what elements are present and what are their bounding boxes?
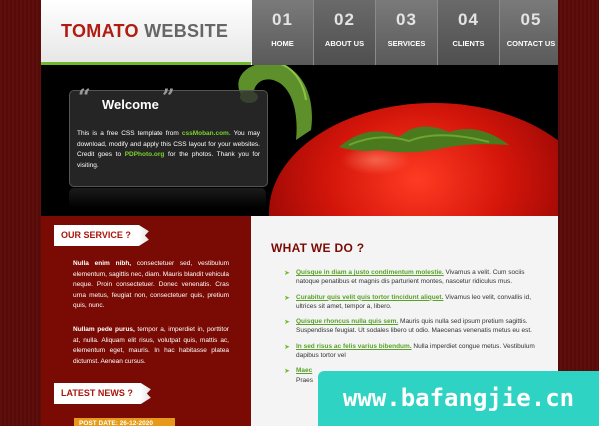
welcome-text-part: This is a free CSS template from <box>77 130 182 137</box>
latest-news-heading: LATEST NEWS ? <box>54 383 141 404</box>
main-nav: 01 HOME 02 ABOUT US 03 SERVICES 04 CLIEN… <box>252 0 558 65</box>
nav-item-contact-us[interactable]: 05 CONTACT US <box>500 0 558 65</box>
welcome-box-reflection <box>69 188 266 208</box>
nav-number: 04 <box>458 10 479 29</box>
welcome-box: “ Welcome ” This is a free CSS template … <box>69 85 268 187</box>
open-quote-icon: “ <box>78 85 91 111</box>
list-item-link[interactable]: Curabitur quis velit quis tortor tincidu… <box>296 294 443 301</box>
nav-label: SERVICES <box>387 39 426 48</box>
arrow-icon: ➤ <box>284 368 290 376</box>
list-item-text: Praes <box>296 376 313 384</box>
nav-label: CONTACT US <box>506 39 556 48</box>
arrow-icon: ➤ <box>284 270 290 277</box>
list-item: ➤ Curabitur quis velit quis tortor tincid… <box>284 293 544 312</box>
nav-item-home[interactable]: 01 HOME <box>252 0 314 65</box>
nav-item-services[interactable]: 03 SERVICES <box>376 0 438 65</box>
logo-text-tomato: TOMATO <box>61 21 139 41</box>
paragraph-lead: Nullam pede purus, <box>73 326 135 333</box>
list-item-link[interactable]: In sed risus ac felis varius bibendum. <box>296 343 412 350</box>
nav-label: HOME <box>271 39 294 48</box>
arrow-icon: ➤ <box>284 343 290 351</box>
list-item-link[interactable]: Quisque rhoncus nulla quis sem. <box>296 318 398 325</box>
list-item-link[interactable]: Maec <box>296 367 312 374</box>
nav-number: 03 <box>396 10 417 29</box>
tomato-leaves-image <box>339 126 509 153</box>
welcome-text: This is a free CSS template from cssMoba… <box>77 129 260 171</box>
pdphoto-link[interactable]: PDPhoto.org <box>125 151 165 158</box>
hero-banner: “ Welcome ” This is a free CSS template … <box>41 65 558 216</box>
watermark-banner: www.bafangjie.cn <box>318 371 599 426</box>
service-paragraph-2: Nullam pede purus, tempor a, imperdiet i… <box>73 325 229 367</box>
nav-number: 01 <box>272 10 293 29</box>
page-container: TOMATO WEBSITE 01 HOME 02 ABOUT US 03 SE… <box>41 0 558 426</box>
nav-label: ABOUT US <box>324 39 365 48</box>
what-we-do-heading: WHAT WE DO ? <box>271 241 365 255</box>
nav-item-clients[interactable]: 04 CLIENTS <box>438 0 500 65</box>
paragraph-body: consectetuer sed, vestibulum elementum, … <box>73 260 229 309</box>
nav-number: 02 <box>334 10 355 29</box>
close-quote-icon: ” <box>162 85 175 111</box>
arrow-icon: ➤ <box>284 294 290 302</box>
paragraph-lead: Nulla enim nibh, <box>73 260 132 267</box>
arrow-icon: ➤ <box>284 319 290 327</box>
sidebar: OUR SERVICE ? Nulla enim nibh, consectet… <box>41 216 251 426</box>
site-logo[interactable]: TOMATO WEBSITE <box>61 21 228 42</box>
logo-text-website: WEBSITE <box>144 21 229 41</box>
service-paragraph-1: Nulla enim nibh, consectetuer sed, vesti… <box>73 259 229 312</box>
list-item: ➤ In sed risus ac felis varius bibendum. … <box>284 342 544 361</box>
list-item: ➤ Quisque rhoncus nulla quis sem. Mauris … <box>284 317 544 336</box>
our-service-heading: OUR SERVICE ? <box>54 225 139 246</box>
list-item: ➤ Quisque in diam a justo condimentum mol… <box>284 268 544 287</box>
list-item-link[interactable]: Quisque in diam a justo condimentum mole… <box>296 269 444 276</box>
post-date-badge: POST DATE: 26-12-2020 <box>74 418 175 426</box>
nav-label: CLIENTS <box>452 39 485 48</box>
cssmoban-link[interactable]: cssMoban.com <box>182 130 229 137</box>
nav-item-about-us[interactable]: 02 ABOUT US <box>314 0 376 65</box>
welcome-title: Welcome <box>102 97 159 112</box>
nav-number: 05 <box>520 10 542 29</box>
